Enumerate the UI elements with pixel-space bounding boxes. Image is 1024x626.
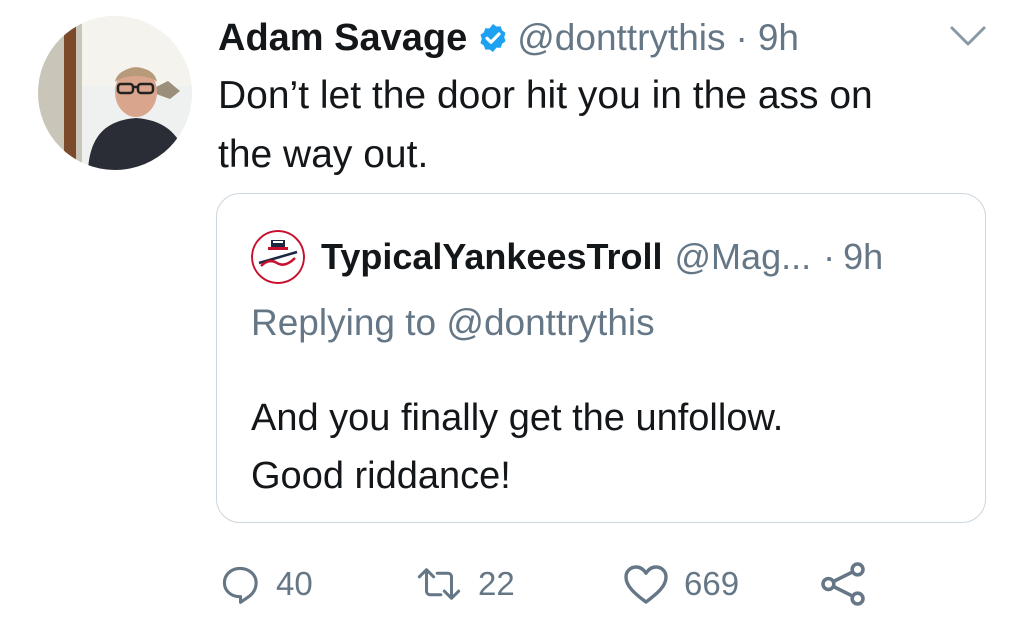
quoted-tweet-text: And you finally get the unfollow. Good r…	[251, 389, 951, 505]
quoted-tweet-text-line: Good riddance!	[251, 455, 511, 497]
author-handle[interactable]: @donttrythis	[517, 17, 725, 59]
quoted-tweet-timestamp[interactable]: 9h	[843, 236, 883, 278]
tweet-action-bar: 40 22 669	[0, 556, 1024, 612]
author-name[interactable]: Adam Savage	[218, 17, 467, 60]
retweet-icon	[417, 568, 461, 600]
author-avatar[interactable]	[38, 16, 192, 170]
quoted-author-avatar[interactable]	[251, 230, 305, 284]
quoted-tweet-text-line: And you finally get the unfollow.	[251, 397, 784, 439]
share-button[interactable]	[818, 556, 868, 612]
quoted-separator-dot: ·	[823, 236, 836, 277]
retweet-button[interactable]: 22	[414, 556, 515, 612]
tweet-text-line: the way out.	[218, 133, 429, 176]
like-button[interactable]: 669	[622, 556, 739, 612]
chevron-down-icon[interactable]	[948, 22, 988, 50]
like-count: 669	[684, 565, 740, 602]
share-icon	[821, 562, 865, 606]
verified-badge-icon	[480, 24, 506, 52]
tweet-text: Don’t let the door hit you in the ass on…	[218, 66, 958, 184]
quoted-author-name[interactable]: TypicalYankeesTroll	[321, 236, 663, 278]
yankees-logo-icon	[251, 230, 305, 284]
separator-dot: ·	[735, 17, 748, 58]
quoted-tweet-header: TypicalYankeesTroll @Mag... · 9h	[321, 230, 883, 284]
replying-to-label[interactable]: Replying to @donttrythis	[251, 302, 655, 344]
reply-icon	[222, 566, 258, 604]
retweet-count: 22	[478, 565, 515, 602]
reply-count: 40	[276, 565, 313, 602]
quoted-author-handle[interactable]: @Mag...	[675, 236, 812, 278]
like-icon	[624, 565, 668, 604]
avatar-photo	[38, 16, 192, 170]
reply-button[interactable]: 40	[218, 556, 313, 612]
tweet-header: Adam Savage @donttrythis · 9h	[218, 14, 799, 62]
tweet-timestamp[interactable]: 9h	[758, 17, 799, 59]
quoted-tweet-card[interactable]: TypicalYankeesTroll @Mag... · 9h Replyin…	[216, 193, 986, 523]
tweet-text-line: Don’t let the door hit you in the ass on	[218, 74, 873, 117]
